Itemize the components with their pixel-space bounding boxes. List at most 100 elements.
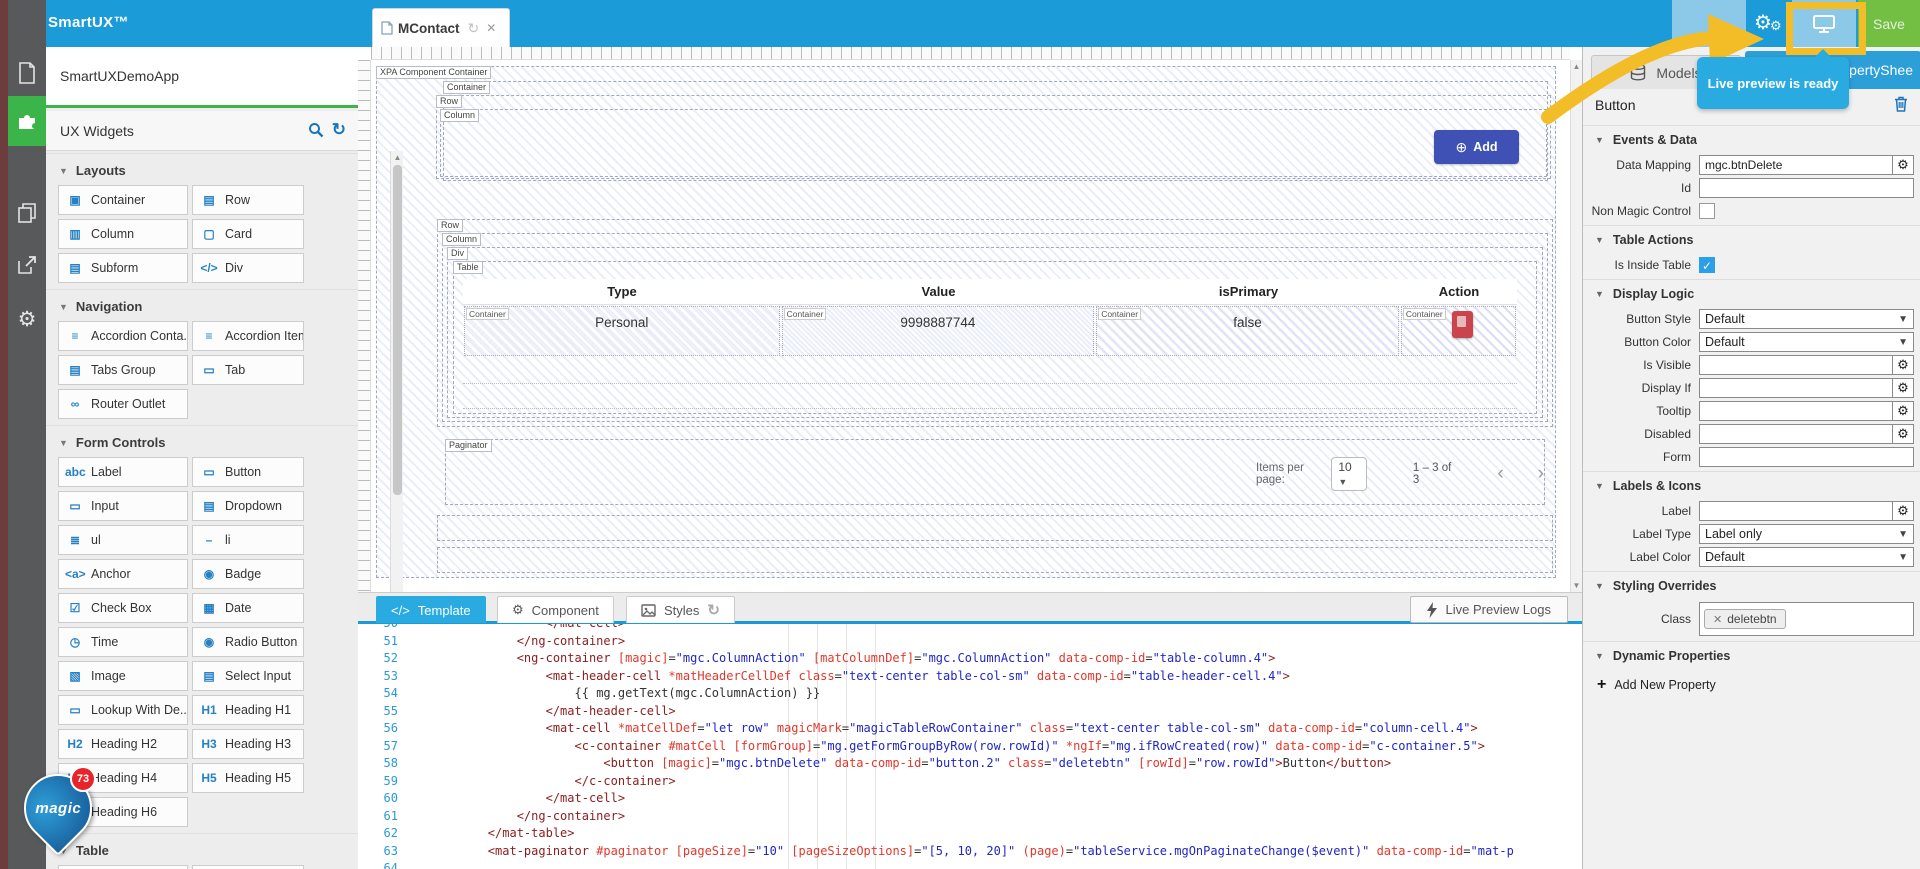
widget-tile-h3[interactable]: H3 Heading H3 xyxy=(192,729,304,759)
expression-gear-button[interactable]: ⚙ xyxy=(1893,155,1914,175)
widget-tile-badge[interactable]: ◉ Badge xyxy=(192,559,304,589)
widget-section-header[interactable]: ▼ Form Controls xyxy=(46,425,358,455)
property-select[interactable]: Default ▼ xyxy=(1699,309,1914,329)
tab-component[interactable]: ⚙ Component xyxy=(497,596,614,623)
pages-copy-icon[interactable] xyxy=(8,196,46,230)
property-input[interactable] xyxy=(1699,447,1914,467)
tab-styles[interactable]: Styles ↻ xyxy=(626,596,735,623)
live-preview-logs-button[interactable]: Live Preview Logs xyxy=(1409,596,1568,623)
tab-template[interactable]: </> Template xyxy=(376,596,486,623)
checkbox-checked[interactable]: ✓ xyxy=(1699,257,1715,273)
property-input[interactable] xyxy=(1699,501,1893,521)
property-input[interactable] xyxy=(1699,378,1893,398)
property-section-header[interactable]: ▼ Dynamic Properties xyxy=(1583,641,1920,668)
expression-gear-button[interactable]: ⚙ xyxy=(1893,355,1914,375)
prev-page-icon[interactable]: ‹ xyxy=(1497,463,1503,485)
widget-tile-select-input[interactable]: ▤ Select Input xyxy=(192,661,304,691)
widget-tile-tabs-group[interactable]: ▤ Tabs Group xyxy=(58,355,188,385)
save-button[interactable]: Save xyxy=(1858,0,1920,47)
table-cell[interactable]: Container false xyxy=(1096,306,1399,356)
share-export-icon[interactable] xyxy=(8,248,46,282)
magic-logo[interactable]: magic 73 xyxy=(9,759,107,857)
property-input[interactable] xyxy=(1699,424,1893,444)
widget-tile-time[interactable]: ◷ Time xyxy=(58,627,188,657)
widget-tile-ul[interactable]: ≣ ul xyxy=(58,525,188,555)
expression-gear-button[interactable]: ⚙ xyxy=(1893,424,1914,444)
widgets-nav-active[interactable] xyxy=(8,96,46,146)
widget-tile-table-body[interactable]: ▦Table Body xyxy=(58,865,188,869)
widget-tile-div[interactable]: </> Div xyxy=(192,253,304,283)
widget-tile-row[interactable]: ▤ Row xyxy=(192,185,304,215)
document-nav-icon[interactable] xyxy=(8,56,46,90)
widget-tile-column[interactable]: ▥ Column xyxy=(58,219,188,249)
widget-tile-label[interactable]: abc Label xyxy=(58,457,188,487)
widget-tile-radio-button[interactable]: ◉ Radio Button xyxy=(192,627,304,657)
widget-section-header[interactable]: ▼ Navigation xyxy=(46,289,358,319)
class-chip[interactable]: ✕ deletebtn xyxy=(1704,609,1786,629)
widget-tile-container[interactable]: ▣ Container xyxy=(58,185,188,215)
container-box[interactable]: Container Row Column xyxy=(436,81,1551,181)
widget-tile-anchor[interactable]: <a> Anchor xyxy=(58,559,188,589)
refresh-icon[interactable]: ↻ xyxy=(332,121,346,138)
widget-tile-li[interactable]: – li xyxy=(192,525,304,555)
add-new-property-link[interactable]: + Add New Property xyxy=(1583,668,1920,694)
widget-tile-subform[interactable]: ▤ Subform xyxy=(58,253,188,283)
widget-tile-accordion-container[interactable]: ≡ Accordion Conta... xyxy=(58,321,188,351)
code-editor[interactable]: 50 </mat-cell>51 </ng-container> 52 <ng-c… xyxy=(358,624,1582,869)
property-input[interactable] xyxy=(1699,178,1914,198)
row-box[interactable]: Row Column xyxy=(436,95,1551,179)
add-button[interactable]: ⊕ Add xyxy=(1434,130,1519,164)
widget-tile-h5[interactable]: H5 Heading H5 xyxy=(192,763,304,793)
tab-mcontact[interactable]: MContact ↻ ✕ xyxy=(372,8,510,47)
expression-gear-button[interactable]: ⚙ xyxy=(1893,378,1914,398)
refresh-icon[interactable]: ↻ xyxy=(707,601,720,619)
paginator-box[interactable]: Paginator Items per page: 10 ▼ 1 – 3 of … xyxy=(445,439,1545,505)
widget-tile-lookup[interactable]: ▭ Lookup With De... xyxy=(58,695,188,725)
tab-refresh-icon[interactable]: ↻ xyxy=(468,20,480,37)
search-icon[interactable] xyxy=(308,122,324,138)
canvas-work-area[interactable]: XPA Component Container Container Row Co… xyxy=(371,60,1570,592)
table-action-cell[interactable]: Container xyxy=(1400,306,1516,356)
project-name[interactable]: SmartUXDemoApp xyxy=(46,47,358,108)
property-section-header[interactable]: ▼ Table Actions xyxy=(1583,225,1920,252)
next-page-icon[interactable]: › xyxy=(1538,463,1544,485)
checkbox-unchecked[interactable] xyxy=(1699,203,1715,219)
widget-tile-button[interactable]: ▭ Button xyxy=(192,457,304,487)
property-select[interactable]: Default ▼ xyxy=(1699,332,1914,352)
column-box[interactable]: Column xyxy=(440,109,1547,177)
widget-tile-image[interactable]: ▧ Image xyxy=(58,661,188,691)
property-section-header[interactable]: ▼ Display Logic xyxy=(1583,279,1920,306)
widget-tile-input[interactable]: ▭ Input xyxy=(58,491,188,521)
page-size-select[interactable]: 10 ▼ xyxy=(1331,457,1367,491)
widget-section-header[interactable]: ▼ Layouts xyxy=(46,153,358,183)
widget-tile-h1[interactable]: H1 Heading H1 xyxy=(192,695,304,725)
expression-gear-button[interactable]: ⚙ xyxy=(1893,501,1914,521)
xpa-component-container[interactable]: XPA Component Container Container Row Co… xyxy=(376,66,1556,578)
settings-gear-icon[interactable]: ⚙ xyxy=(8,302,46,336)
expression-gear-button[interactable]: ⚙ xyxy=(1893,401,1914,421)
property-input[interactable] xyxy=(1699,401,1893,421)
property-section-header[interactable]: ▼ Styling Overrides xyxy=(1583,571,1920,598)
property-select[interactable]: Label only ▼ xyxy=(1699,524,1914,544)
table-data-row[interactable]: Container Personal Container 9998887744 Cont… xyxy=(463,305,1517,357)
class-chip-input[interactable]: ✕ deletebtn xyxy=(1699,602,1914,636)
property-input[interactable]: mgc.btnDelete xyxy=(1699,155,1893,175)
widget-tile-h2[interactable]: H2 Heading H2 xyxy=(58,729,188,759)
table-cell[interactable]: Container 9998887744 xyxy=(781,306,1095,356)
scrollbar-thumb[interactable] xyxy=(393,165,402,495)
tab-close-icon[interactable]: ✕ xyxy=(486,21,496,35)
widget-tile-card[interactable]: ▢ Card xyxy=(192,219,304,249)
widget-tile-accordion-item[interactable]: ≡ Accordion Item xyxy=(192,321,304,351)
widget-tile-check-box[interactable]: ☑ Check Box xyxy=(58,593,188,623)
widget-tile-router-outlet[interactable]: ∞ Router Outlet xyxy=(58,389,188,419)
property-section-header[interactable]: ▼ Labels & Icons xyxy=(1583,471,1920,498)
widget-tile-tab[interactable]: ▭ Tab xyxy=(192,355,304,385)
property-select[interactable]: Default ▼ xyxy=(1699,547,1914,567)
property-input[interactable] xyxy=(1699,355,1893,375)
delete-row-button[interactable] xyxy=(1451,311,1473,338)
widget-tile-date[interactable]: ▦ Date xyxy=(192,593,304,623)
table-cell[interactable]: Container Personal xyxy=(464,306,780,356)
delete-widget-icon[interactable] xyxy=(1894,96,1908,115)
widget-tile-table-column[interactable]: ▥Table Column xyxy=(192,865,304,869)
widget-tile-dropdown[interactable]: ▤ Dropdown xyxy=(192,491,304,521)
